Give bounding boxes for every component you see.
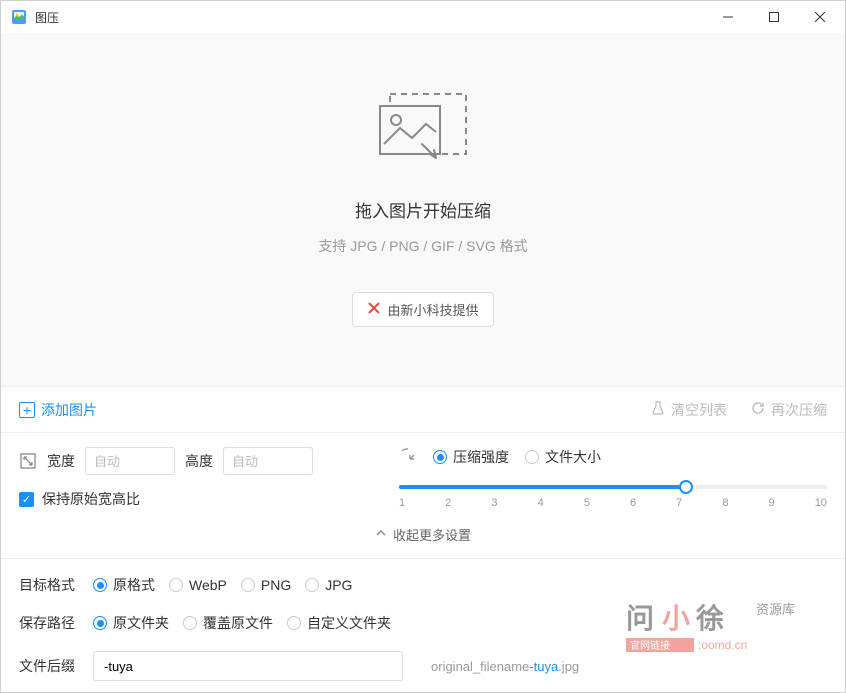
- provider-button[interactable]: 由新小科技提供: [352, 292, 493, 327]
- target-format-label: 目标格式: [19, 575, 79, 595]
- slider-thumb[interactable]: [679, 480, 693, 494]
- clear-list-button[interactable]: 清空列表: [651, 400, 727, 420]
- compress-icon: [399, 448, 417, 466]
- dropzone[interactable]: 拖入图片开始压缩 支持 JPG / PNG / GIF / SVG 格式 由新小…: [1, 33, 845, 387]
- chevron-up-icon: [375, 527, 387, 542]
- radio-checked-icon: [93, 578, 107, 592]
- plus-icon: +: [19, 402, 35, 418]
- format-original-radio[interactable]: 原格式: [93, 575, 155, 595]
- flask-icon: [651, 401, 665, 418]
- height-label: 高度: [185, 451, 213, 471]
- recompress-label: 再次压缩: [771, 400, 827, 420]
- savepath-original-radio[interactable]: 原文件夹: [93, 613, 169, 633]
- window-controls: [705, 1, 843, 33]
- radio-icon: [305, 578, 319, 592]
- suffix-preview: original_filename-tuya.jpg: [431, 659, 579, 674]
- save-path-label: 保存路径: [19, 613, 79, 633]
- keep-ratio-label: 保持原始宽高比: [42, 489, 140, 509]
- collapse-settings-button[interactable]: 收起更多设置: [19, 509, 827, 558]
- maximize-button[interactable]: [751, 1, 797, 33]
- format-jpg-radio[interactable]: JPG: [305, 577, 352, 593]
- refresh-icon: [751, 401, 765, 418]
- provider-label: 由新小科技提供: [387, 300, 478, 319]
- width-input[interactable]: [85, 447, 175, 475]
- dimensions-icon: [19, 452, 37, 470]
- compression-strength-radio[interactable]: 压缩强度: [433, 447, 509, 467]
- checkmark-icon: ✓: [19, 492, 34, 507]
- filesize-label: 文件大小: [545, 447, 601, 467]
- radio-icon: [169, 578, 183, 592]
- radio-checked-icon: [433, 450, 447, 464]
- app-title: 图压: [35, 9, 705, 26]
- add-image-label: 添加图片: [41, 400, 97, 420]
- provider-icon: [367, 301, 381, 318]
- advanced-settings: 目标格式 原格式 WebP PNG JPG 保存路径 原文件夹 覆盖原文件 自定…: [1, 559, 845, 681]
- dropzone-subtitle: 支持 JPG / PNG / GIF / SVG 格式: [318, 236, 527, 256]
- settings-panel: 宽度 高度 ✓ 保持原始宽高比 压缩强度 文件大小: [1, 433, 845, 558]
- radio-checked-icon: [93, 616, 107, 630]
- radio-icon: [525, 450, 539, 464]
- dropzone-title: 拖入图片开始压缩: [355, 197, 491, 222]
- savepath-custom-radio[interactable]: 自定义文件夹: [287, 613, 391, 633]
- filesize-radio[interactable]: 文件大小: [525, 447, 601, 467]
- width-label: 宽度: [47, 451, 75, 471]
- toolbar: + 添加图片 清空列表 再次压缩: [1, 387, 845, 433]
- format-png-radio[interactable]: PNG: [241, 577, 291, 593]
- app-icon: [11, 9, 27, 25]
- suffix-label: 文件后缀: [19, 656, 79, 676]
- dropzone-image-icon: [378, 92, 468, 173]
- clear-list-label: 清空列表: [671, 400, 727, 420]
- height-input[interactable]: [223, 447, 313, 475]
- compression-slider[interactable]: [399, 485, 827, 489]
- suffix-input[interactable]: [93, 651, 403, 681]
- compression-controls: 压缩强度 文件大小 12345678910: [369, 447, 827, 509]
- radio-icon: [183, 616, 197, 630]
- close-button[interactable]: [797, 1, 843, 33]
- keep-ratio-checkbox[interactable]: ✓ 保持原始宽高比: [19, 489, 369, 509]
- slider-ticks: 12345678910: [399, 497, 827, 509]
- radio-icon: [287, 616, 301, 630]
- compression-strength-label: 压缩强度: [453, 447, 509, 467]
- minimize-button[interactable]: [705, 1, 751, 33]
- savepath-overwrite-radio[interactable]: 覆盖原文件: [183, 613, 273, 633]
- radio-icon: [241, 578, 255, 592]
- format-webp-radio[interactable]: WebP: [169, 577, 227, 593]
- collapse-label: 收起更多设置: [393, 525, 471, 544]
- recompress-button[interactable]: 再次压缩: [751, 400, 827, 420]
- add-image-button[interactable]: + 添加图片: [19, 400, 97, 420]
- dimension-controls: 宽度 高度 ✓ 保持原始宽高比: [19, 447, 369, 509]
- titlebar: 图压: [1, 1, 845, 33]
